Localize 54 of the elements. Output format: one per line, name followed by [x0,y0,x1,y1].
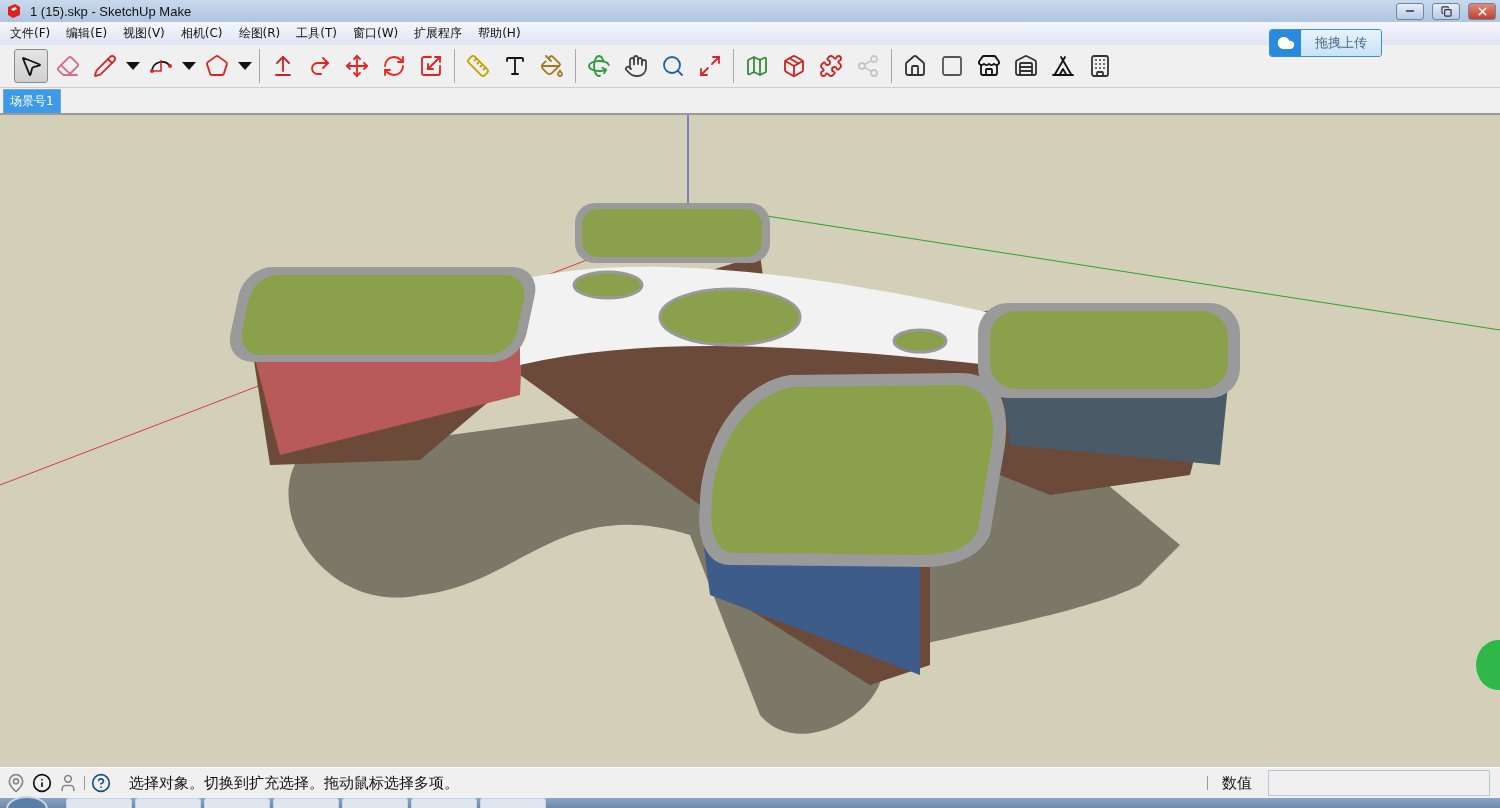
menu-item[interactable]: 帮助(H) [470,23,529,44]
pencil-icon [93,54,117,78]
status-message: 选择对象。切换到扩充选择。拖动鼠标选择多项。 [129,773,460,793]
storefront-icon [977,54,1001,78]
pointer-icon [19,54,43,78]
warehouse-icon [1014,54,1038,78]
upload-button[interactable]: 拖拽上传 [1269,29,1382,57]
text-icon [503,54,527,78]
cloud-icon [1276,34,1295,52]
close-button[interactable] [1468,2,1496,20]
ruler-icon [466,54,490,78]
map-icon [745,54,769,78]
value-input-field[interactable] [1268,770,1490,796]
menu-item[interactable]: 视图(V) [115,23,173,44]
hand-icon [624,54,648,78]
location-pin-icon[interactable] [6,773,26,793]
puzzle-icon [819,54,843,78]
menu-item[interactable]: 绘图(R) [230,23,289,44]
search-icon [661,54,685,78]
building-icon [1088,54,1112,78]
user-icon[interactable] [58,773,78,793]
house-icon [903,54,927,78]
menu-item[interactable]: 扩展程序 [406,23,471,44]
value-label: 数值 [1222,773,1252,793]
menu-item[interactable]: 窗口(W) [344,23,407,44]
menu-item[interactable]: 文件(F) [2,23,59,44]
menu-item[interactable]: 相机(C) [172,23,231,44]
package-icon [782,54,806,78]
caret-icon [126,62,140,70]
curved-arrow-icon [308,54,332,78]
close-icon [1475,4,1489,18]
share-icon [856,54,880,78]
tool-button[interactable] [14,49,48,83]
eraser-icon [56,54,80,78]
restore-button[interactable] [1432,2,1460,20]
scale-icon [419,54,443,78]
caret-icon [182,62,196,70]
minimize-button[interactable] [1396,2,1424,20]
app-logo-icon [6,3,22,19]
roof-icon [1051,54,1075,78]
menu-item[interactable]: 编辑(E) [58,23,116,44]
paint-bucket-icon [540,54,564,78]
pentagon-icon [205,54,229,78]
rotate-icon [382,54,406,78]
caret-icon [238,62,252,70]
maximize-icon [698,54,722,78]
restore-icon [1440,5,1452,17]
info-icon[interactable] [32,773,52,793]
menu-item[interactable]: 工具(T) [288,23,345,44]
window-title: 1 (15).skp - SketchUp Make [30,3,193,19]
orbit-icon [587,54,611,78]
square-icon [940,54,964,78]
move-icon [345,54,369,78]
help-icon[interactable] [91,773,111,793]
